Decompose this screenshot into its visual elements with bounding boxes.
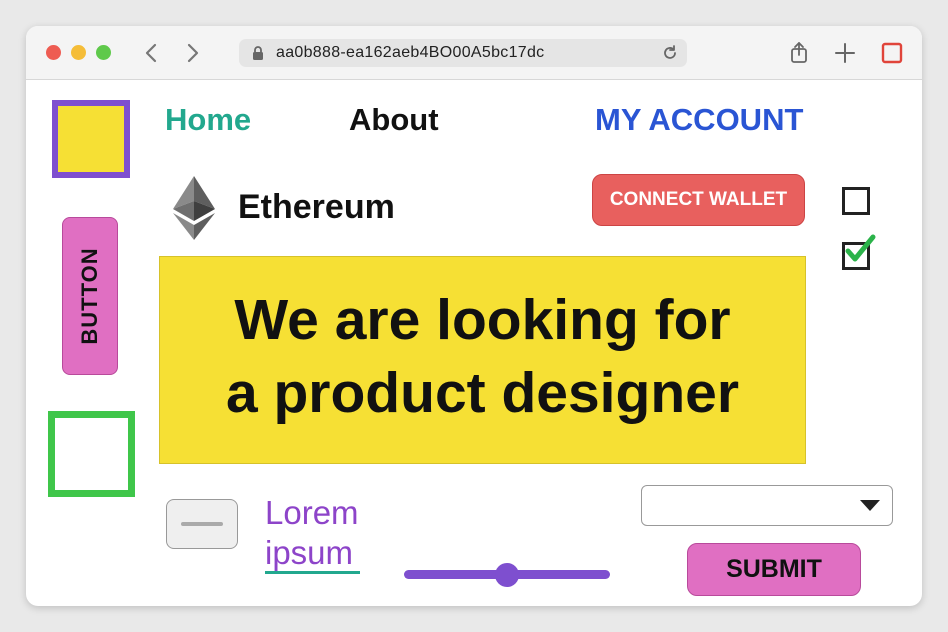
lorem-text-line-1[interactable]: Lorem xyxy=(265,494,359,532)
vertical-button[interactable]: BUTTON xyxy=(62,217,118,375)
maximize-window-button[interactable] xyxy=(96,45,111,60)
minus-icon xyxy=(181,522,223,526)
new-tab-icon[interactable] xyxy=(831,39,859,67)
slider-thumb[interactable] xyxy=(495,563,519,587)
lock-icon xyxy=(253,46,263,60)
checkmark-icon xyxy=(845,234,876,262)
minus-button[interactable] xyxy=(166,499,238,549)
dropdown-select[interactable] xyxy=(641,485,893,526)
nav-my-account-link[interactable]: MY ACCOUNT xyxy=(595,102,803,138)
back-arrow-icon[interactable] xyxy=(139,40,165,66)
ethereum-icon xyxy=(173,176,215,240)
submit-button[interactable]: SUBMIT xyxy=(687,543,861,596)
dropdown-arrow-icon xyxy=(860,500,880,511)
checkbox-unchecked[interactable] xyxy=(842,187,870,215)
reload-icon[interactable] xyxy=(661,44,679,62)
close-window-button[interactable] xyxy=(46,45,61,60)
address-bar[interactable]: aa0b888-ea162aeb4BO00A5bc17dc xyxy=(239,39,687,67)
minimize-window-button[interactable] xyxy=(71,45,86,60)
purple-framed-yellow-square[interactable] xyxy=(52,100,130,178)
vertical-button-label: BUTTON xyxy=(77,247,102,345)
browser-window: aa0b888-ea162aeb4BO00A5bc17dc BUTTON Hom… xyxy=(26,26,922,606)
banner-headline-line-2: a product designer xyxy=(225,361,740,425)
link-underline xyxy=(265,571,360,574)
green-outlined-square[interactable] xyxy=(48,411,135,497)
nav-home-link[interactable]: Home xyxy=(165,102,251,138)
browser-toolbar: aa0b888-ea162aeb4BO00A5bc17dc xyxy=(26,26,922,80)
tabs-overview-icon[interactable] xyxy=(878,39,906,67)
connect-wallet-button[interactable]: CONNECT WALLET xyxy=(592,174,805,226)
lorem-text-line-2[interactable]: ipsum xyxy=(265,534,353,572)
banner-headline-line-1: We are looking for xyxy=(234,288,731,352)
checkbox-checked[interactable] xyxy=(842,234,876,270)
url-text: aa0b888-ea162aeb4BO00A5bc17dc xyxy=(276,44,545,61)
nav-about-link[interactable]: About xyxy=(349,102,439,138)
forward-arrow-icon[interactable] xyxy=(179,40,205,66)
hero-banner: We are looking for a product designer xyxy=(159,256,806,464)
ethereum-label: Ethereum xyxy=(238,188,395,226)
share-icon[interactable] xyxy=(785,39,813,67)
page-content: BUTTON Home About MY ACCOUNT Ethereum CO… xyxy=(26,80,922,606)
